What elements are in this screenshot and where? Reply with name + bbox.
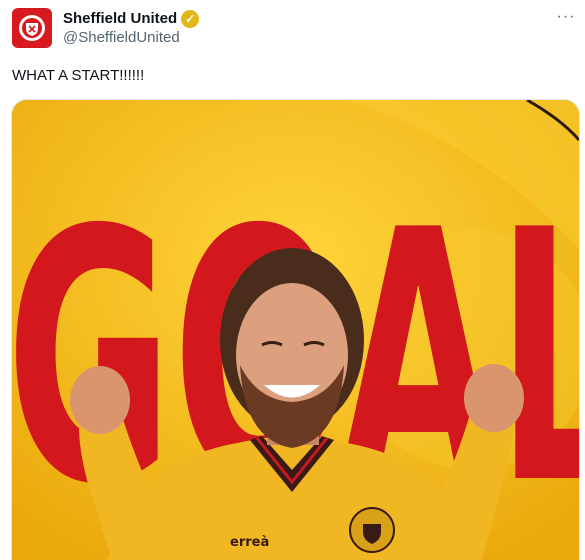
display-name-row[interactable]: Sheffield United ✓	[63, 10, 200, 28]
more-options-button[interactable]: ···	[554, 8, 578, 30]
club-crest-avatar[interactable]	[12, 8, 52, 48]
left-fist	[70, 366, 130, 434]
crest-icon	[19, 15, 45, 41]
verified-badge-icon: ✓	[181, 10, 200, 28]
right-fist	[464, 364, 524, 432]
brand-logo: erreà	[230, 535, 269, 550]
user-handle[interactable]: @SheffieldUnited	[63, 29, 180, 47]
goal-graphic: GOAL	[12, 100, 579, 560]
tweet-text: WHAT A START!!!!!!	[12, 67, 145, 84]
display-name[interactable]: Sheffield United	[63, 10, 177, 28]
tweet-card: Sheffield United ✓ @SheffieldUnited ··· …	[0, 0, 585, 560]
tweet-media-image[interactable]: GOAL	[11, 99, 580, 560]
